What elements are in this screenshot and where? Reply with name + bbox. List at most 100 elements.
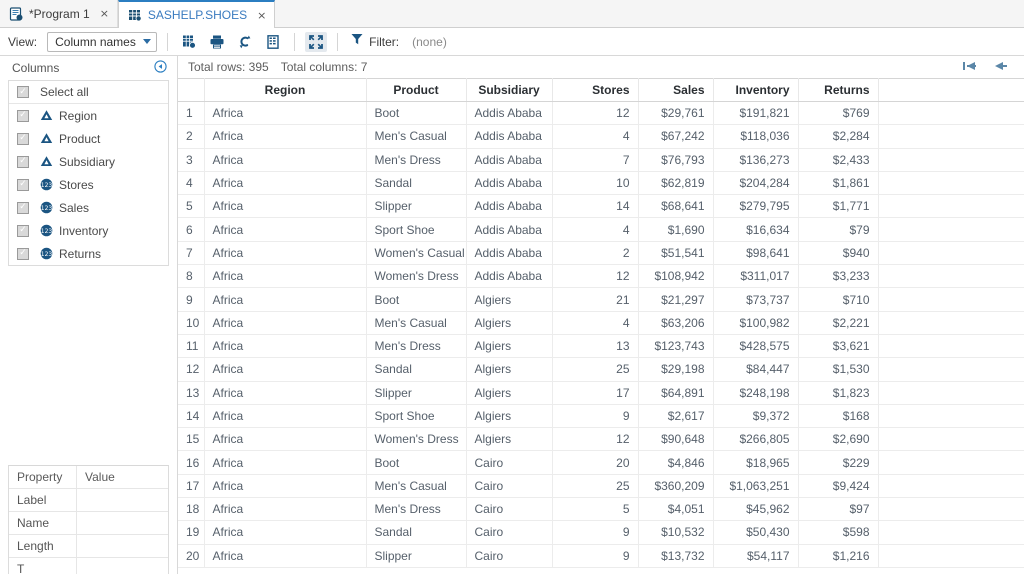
table-row[interactable]: 14 Africa Sport Shoe Algiers 9 $2,617 $9… [178,404,1024,429]
data-pane: Total rows: 395 Total columns: 7 Region … [178,56,1024,574]
view-select[interactable]: Column names [47,31,158,52]
cell-stores: 12 [552,101,639,126]
column-item-sales[interactable]: ✓ 123 Sales [9,196,168,219]
cell-subsidiary: Algiers [466,287,553,312]
row-number: 7 [178,241,205,266]
cell-sales: $123,743 [638,334,714,359]
checkbox-product[interactable]: ✓ [17,132,29,145]
collapse-left-icon[interactable] [154,60,167,76]
property-row[interactable]: T [9,558,168,574]
column-item-inventory[interactable]: ✓ 123 Inventory [9,219,168,242]
table-row[interactable]: 10 Africa Men's Casual Algiers 4 $63,206… [178,311,1024,335]
table-row[interactable]: 5 Africa Slipper Addis Ababa 14 $68,641 … [178,194,1024,219]
checkbox-returns[interactable]: ✓ [17,247,29,260]
table-row[interactable]: 17 Africa Men's Casual Cairo 25 $360,209… [178,474,1024,499]
table-row[interactable]: 18 Africa Men's Dress Cairo 5 $4,051 $45… [178,497,1024,522]
table-row[interactable]: 19 Africa Sandal Cairo 9 $10,532 $50,430… [178,520,1024,545]
column-properties-icon[interactable] [262,32,284,52]
cell-sales: $2,617 [638,404,714,429]
checkbox-stores[interactable]: ✓ [17,178,29,191]
row-number: 11 [178,334,205,359]
cell-region: Africa [204,474,367,499]
table-row[interactable]: 3 Africa Men's Dress Addis Ababa 7 $76,7… [178,148,1024,172]
filter-icon [350,32,364,51]
char-type-icon [40,155,53,168]
cell-sales: $1,690 [638,217,714,242]
checkbox-sales[interactable]: ✓ [17,201,29,214]
cell-stores: 2 [552,241,639,266]
property-grid: Property Value Label Name Length T [8,465,169,574]
cell-product: Boot [366,101,467,126]
table-row[interactable]: 1 Africa Boot Addis Ababa 12 $29,761 $19… [178,101,1024,126]
cell-product: Boot [366,450,467,475]
property-value [77,558,168,574]
tab-sashelp-shoes[interactable]: SASHELP.SHOES × [117,0,276,28]
column-item-subsidiary[interactable]: ✓ Subsidiary [9,150,168,173]
col-header-region[interactable]: Region [204,78,367,102]
cell-region: Africa [204,124,367,149]
col-header-sales[interactable]: Sales [638,78,714,102]
checkbox-select-all[interactable]: ✓ [17,86,29,98]
num-type-icon: 123 [40,178,53,191]
table-row[interactable]: 12 Africa Sandal Algiers 25 $29,198 $84,… [178,357,1024,382]
col-header-inventory[interactable]: Inventory [713,78,799,102]
column-item-returns[interactable]: ✓ 123 Returns [9,242,168,265]
checkbox-inventory[interactable]: ✓ [17,224,29,237]
table-row[interactable]: 11 Africa Men's Dress Algiers 13 $123,74… [178,334,1024,359]
table-row[interactable]: 16 Africa Boot Cairo 20 $4,846 $18,965 $… [178,450,1024,475]
tab-program-1[interactable]: *Program 1 × [0,0,118,27]
cell-inventory: $50,430 [713,520,799,545]
cell-inventory: $428,575 [713,334,799,359]
column-item-stores[interactable]: ✓ 123 Stores [9,173,168,196]
row-number: 3 [178,148,205,172]
table-row[interactable]: 15 Africa Women's Dress Algiers 12 $90,6… [178,427,1024,452]
go-to-previous-page-icon[interactable] [993,60,1008,75]
col-header-rownum[interactable] [178,78,205,102]
table-row[interactable]: 9 Africa Boot Algiers 21 $21,297 $73,737… [178,287,1024,312]
table-row[interactable]: 20 Africa Slipper Cairo 9 $13,732 $54,11… [178,544,1024,568]
total-columns-label: Total columns: 7 [280,60,368,74]
table-row[interactable]: 8 Africa Women's Dress Addis Ababa 12 $1… [178,264,1024,289]
table-row[interactable]: 2 Africa Men's Casual Addis Ababa 4 $67,… [178,124,1024,149]
cell-filler [878,474,1024,499]
column-label: Product [59,131,101,146]
checkbox-region[interactable]: ✓ [17,109,29,122]
data-grid-scroll[interactable]: Region Product Subsidiary Stores Sales I… [178,78,1024,574]
cell-product: Slipper [366,381,467,405]
table-row[interactable]: 6 Africa Sport Shoe Addis Ababa 4 $1,690… [178,217,1024,242]
summary-bar: Total rows: 395 Total columns: 7 [178,56,1024,78]
cell-inventory: $118,036 [713,124,799,149]
col-header-returns[interactable]: Returns [798,78,879,102]
table-row[interactable]: 4 Africa Sandal Addis Ababa 10 $62,819 $… [178,171,1024,196]
maximize-icon[interactable] [305,31,328,52]
property-row[interactable]: Length [9,535,168,558]
cell-subsidiary: Cairo [466,520,553,545]
char-type-icon [40,132,53,145]
close-icon[interactable]: × [257,10,266,21]
cell-stores: 9 [552,520,639,545]
table-row[interactable]: 7 Africa Women's Casual Addis Ababa 2 $5… [178,241,1024,266]
close-icon[interactable]: × [100,8,109,19]
property-row[interactable]: Label [9,489,168,512]
col-header-subsidiary[interactable]: Subsidiary [466,78,553,102]
checkbox-subsidiary[interactable]: ✓ [17,155,29,168]
cell-returns: $2,284 [798,124,879,149]
column-item-product[interactable]: ✓ Product [9,127,168,150]
column-item-region[interactable]: ✓ Region [9,104,168,127]
cell-inventory: $100,982 [713,311,799,335]
row-number: 5 [178,194,205,219]
filter-control[interactable]: Filter: (none) [350,32,447,51]
print-icon[interactable] [206,32,228,52]
col-header-product[interactable]: Product [366,78,467,102]
property-row[interactable]: Name [9,512,168,535]
column-select-all-row[interactable]: ✓ Select all [9,81,168,104]
refresh-icon[interactable] [234,32,256,52]
col-header-stores[interactable]: Stores [552,78,639,102]
cell-inventory: $98,641 [713,241,799,266]
export-data-icon[interactable] [178,32,200,52]
cell-region: Africa [204,381,367,405]
column-label: Stores [59,177,94,192]
table-row[interactable]: 13 Africa Slipper Algiers 17 $64,891 $24… [178,381,1024,405]
cell-sales: $62,819 [638,171,714,196]
go-to-first-page-icon[interactable] [962,60,977,75]
